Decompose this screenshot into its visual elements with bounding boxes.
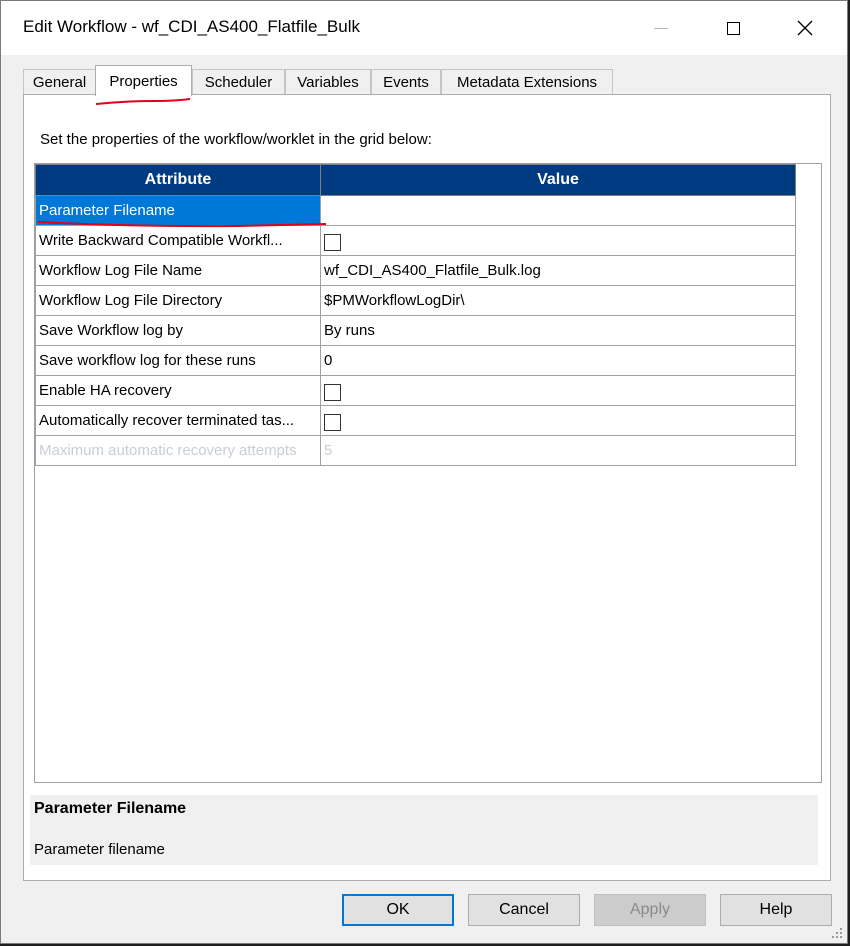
table-row[interactable]: Save workflow log for these runs 0 (35, 345, 796, 376)
attribute-cell[interactable]: Enable HA recovery (35, 375, 321, 406)
column-header-value[interactable]: Value (320, 164, 796, 196)
tab-scheduler[interactable]: Scheduler (192, 69, 285, 95)
title-bar[interactable]: Edit Workflow - wf_CDI_AS400_Flatfile_Bu… (1, 1, 847, 55)
red-underline-annotation (95, 98, 191, 105)
value-cell[interactable] (320, 405, 796, 436)
minimize-icon (654, 27, 668, 29)
table-row[interactable]: Automatically recover terminated tas... (35, 405, 796, 436)
window-title: Edit Workflow - wf_CDI_AS400_Flatfile_Bu… (23, 17, 360, 36)
maximize-button[interactable] (705, 1, 761, 55)
attribute-cell[interactable]: Write Backward Compatible Workfl... (35, 225, 321, 256)
table-row[interactable]: Workflow Log File Directory $PMWorkflowL… (35, 285, 796, 316)
description-title: Parameter Filename (34, 800, 187, 817)
value-cell[interactable]: 0 (320, 345, 796, 376)
attribute-cell[interactable]: Workflow Log File Directory (35, 285, 321, 316)
value-cell[interactable]: $PMWorkflowLogDir\ (320, 285, 796, 316)
table-row[interactable]: Save Workflow log by By runs (35, 315, 796, 346)
attribute-cell[interactable]: Save workflow log for these runs (35, 345, 321, 376)
attribute-cell[interactable]: Automatically recover terminated tas... (35, 405, 321, 436)
table-row: Maximum automatic recovery attempts 5 (35, 435, 796, 466)
red-underline-annotation (37, 221, 327, 228)
maximize-icon (726, 21, 740, 35)
ok-button[interactable]: OK (342, 894, 454, 926)
tab-events[interactable]: Events (371, 69, 441, 95)
minimize-button[interactable] (633, 1, 689, 55)
cancel-button[interactable]: Cancel (468, 894, 580, 926)
table-row[interactable]: Enable HA recovery (35, 375, 796, 406)
tab-variables[interactable]: Variables (285, 69, 371, 95)
properties-panel: Set the properties of the workflow/workl… (23, 94, 831, 881)
apply-button: Apply (594, 894, 706, 926)
edit-workflow-dialog: Edit Workflow - wf_CDI_AS400_Flatfile_Bu… (0, 0, 848, 944)
tab-properties[interactable]: Properties (95, 65, 192, 96)
tab-general[interactable]: General (23, 69, 96, 95)
value-cell[interactable] (320, 225, 796, 256)
description-panel: Parameter Filename Parameter filename (30, 795, 818, 865)
column-header-attribute[interactable]: Attribute (35, 164, 321, 196)
properties-grid: Attribute Value Parameter Filename Write… (34, 163, 822, 783)
table-row[interactable]: Write Backward Compatible Workfl... (35, 225, 796, 256)
value-cell[interactable] (320, 375, 796, 406)
value-cell[interactable]: By runs (320, 315, 796, 346)
close-icon (797, 20, 813, 36)
enable-ha-recovery-checkbox[interactable] (324, 384, 341, 401)
value-cell: 5 (320, 435, 796, 466)
value-cell[interactable] (320, 195, 796, 226)
description-text: Parameter filename (34, 841, 165, 858)
help-button[interactable]: Help (720, 894, 832, 926)
write-backward-compatible-checkbox[interactable] (324, 234, 341, 251)
grid-instruction: Set the properties of the workflow/workl… (40, 131, 432, 148)
resize-grip-icon[interactable] (831, 927, 843, 939)
value-cell[interactable]: wf_CDI_AS400_Flatfile_Bulk.log (320, 255, 796, 286)
close-button[interactable] (777, 1, 833, 55)
attribute-cell[interactable]: Workflow Log File Name (35, 255, 321, 286)
attribute-cell: Maximum automatic recovery attempts (35, 435, 321, 466)
attribute-cell[interactable]: Save Workflow log by (35, 315, 321, 346)
table-row[interactable]: Workflow Log File Name wf_CDI_AS400_Flat… (35, 255, 796, 286)
tab-metadata-extensions[interactable]: Metadata Extensions (441, 69, 613, 95)
auto-recover-terminated-checkbox[interactable] (324, 414, 341, 431)
